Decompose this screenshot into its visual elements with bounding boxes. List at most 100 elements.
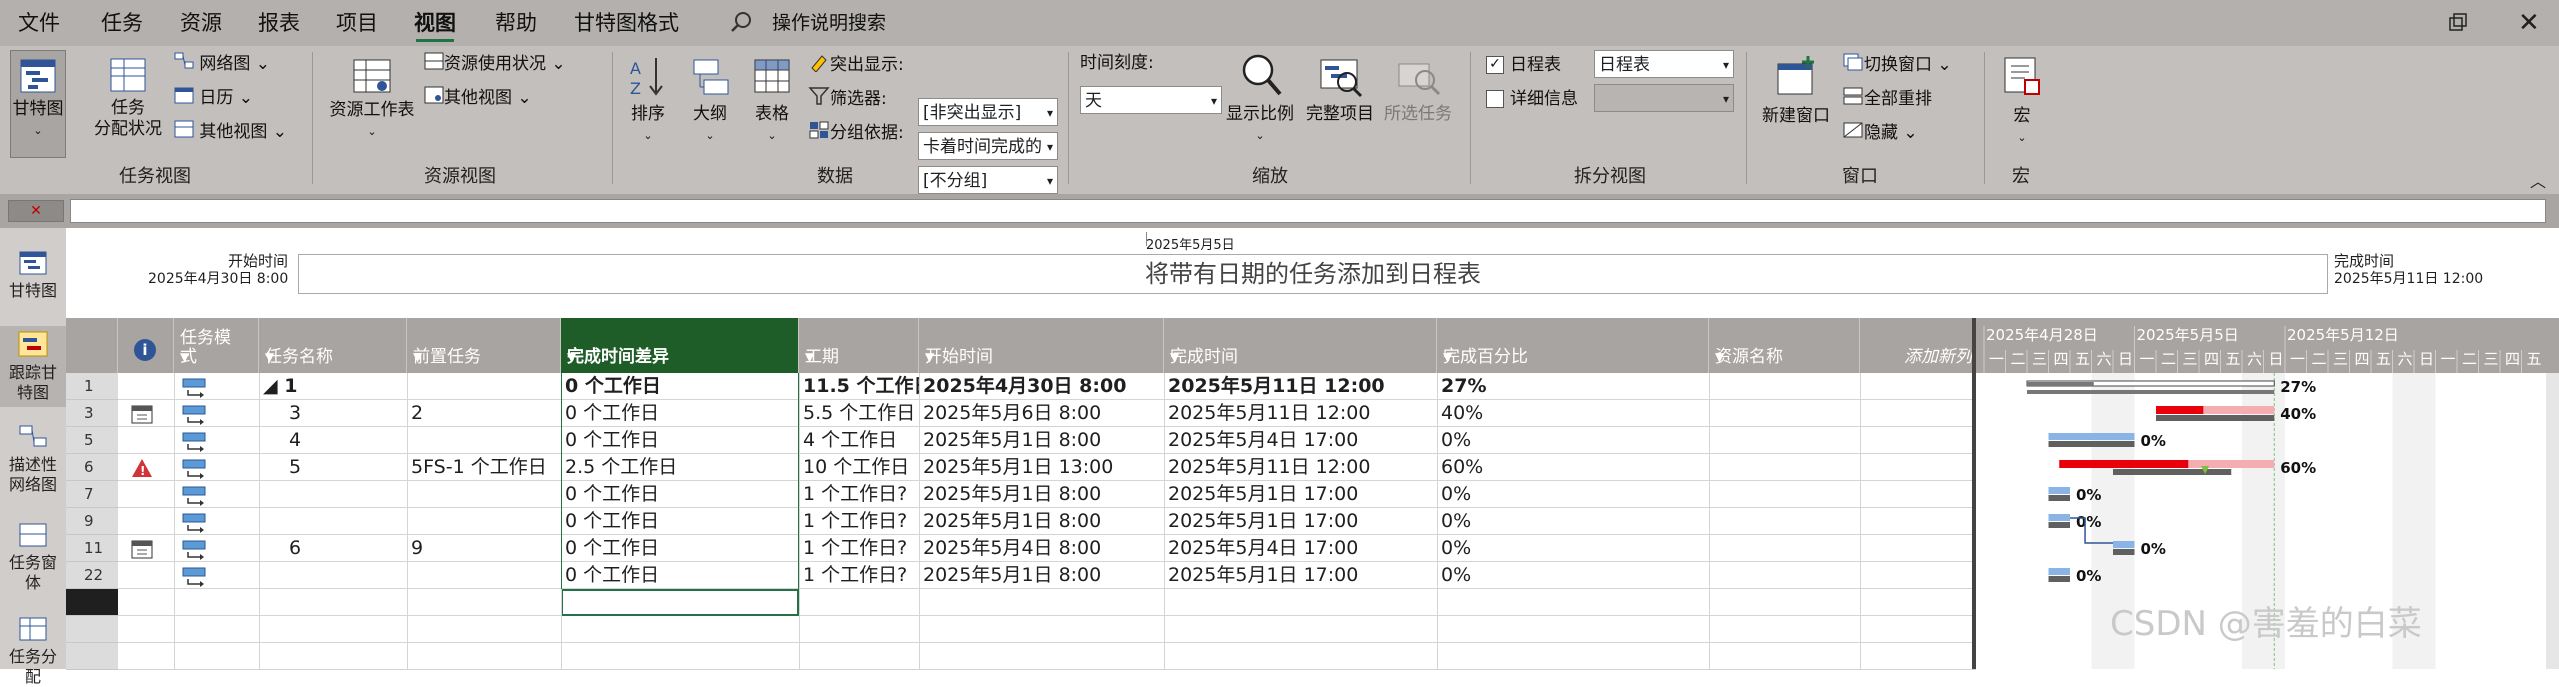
group-by-select[interactable]: [不分组] ▾ xyxy=(918,166,1058,194)
menu-gantt-format[interactable]: 甘特图格式 xyxy=(574,0,679,46)
cancel-entry-icon[interactable]: ✕ xyxy=(8,200,64,222)
cell-resource[interactable] xyxy=(1709,427,1860,454)
task-bar[interactable] xyxy=(2048,433,2135,440)
other-task-views-button[interactable]: 其他视图 ⌄ xyxy=(174,120,287,144)
cell-name[interactable]: 5 xyxy=(259,454,407,481)
timeline-placeholder[interactable]: 将带有日期的任务添加到日程表 xyxy=(298,254,2328,294)
entry-input[interactable] xyxy=(70,199,2546,223)
cell-name[interactable]: 4 xyxy=(259,427,407,454)
cell-duration[interactable]: 5.5 个工作日 xyxy=(799,400,919,427)
calendar-indicator-icon[interactable] xyxy=(118,400,174,427)
cell-resource[interactable] xyxy=(1709,562,1860,589)
cell-start[interactable]: 2025年5月1日 8:00 xyxy=(919,508,1164,535)
search-icon[interactable] xyxy=(730,10,754,38)
cell-start[interactable]: 2025年5月1日 13:00 xyxy=(919,454,1164,481)
cell-duration[interactable]: 4 个工作日 xyxy=(799,427,919,454)
cell-add[interactable] xyxy=(1860,535,1976,562)
cell-start[interactable]: 2025年5月1日 8:00 xyxy=(919,481,1164,508)
task-bar[interactable] xyxy=(2048,514,2071,521)
cell-name[interactable] xyxy=(259,508,407,535)
cell-start[interactable]: 2025年5月4日 8:00 xyxy=(919,535,1164,562)
cell-resource[interactable] xyxy=(1709,535,1860,562)
viewbar-item-gantt[interactable]: 甘特图 xyxy=(0,250,66,301)
outline-button[interactable]: 大纲 ⌄ xyxy=(682,54,738,146)
cell-name[interactable] xyxy=(259,481,407,508)
details-checkbox[interactable]: 详细信息 xyxy=(1486,88,1578,110)
arrange-all-button[interactable]: 全部重排 xyxy=(1842,86,1932,112)
cell-pred[interactable]: 5FS-1 个工作日 xyxy=(407,454,561,481)
timeline-select[interactable]: 日程表 ▾ xyxy=(1594,50,1734,78)
cell-pct[interactable]: 0% xyxy=(1437,427,1709,454)
cell-resource[interactable] xyxy=(1709,454,1860,481)
cell-pred[interactable]: 9 xyxy=(407,535,561,562)
cell-pct[interactable]: 27% xyxy=(1437,373,1709,400)
timescale-select[interactable]: 天 ▾ xyxy=(1080,86,1222,114)
calendar-view-button[interactable]: 日历 ⌄ xyxy=(174,86,253,110)
auto-schedule-mode-icon[interactable] xyxy=(174,535,259,562)
cell-duration[interactable]: 1 个工作日? xyxy=(799,508,919,535)
cell-name[interactable] xyxy=(259,562,407,589)
cell-finish[interactable]: 2025年5月1日 17:00 xyxy=(1164,481,1437,508)
cell-duration[interactable]: 11.5 个工作日 xyxy=(799,373,919,400)
cell-finish[interactable]: 2025年5月11日 12:00 xyxy=(1164,400,1437,427)
row-header[interactable]: 9 xyxy=(66,508,118,535)
cell-pct[interactable]: 0% xyxy=(1437,562,1709,589)
cell-finish[interactable]: 2025年5月4日 17:00 xyxy=(1164,535,1437,562)
row-header[interactable] xyxy=(66,643,118,670)
row-header[interactable]: 22 xyxy=(66,562,118,589)
highlight-select[interactable]: [非突出显示] ▾ xyxy=(918,98,1058,126)
auto-schedule-mode-icon[interactable] xyxy=(174,454,259,481)
resource-usage-button[interactable]: 资源使用状况 ⌄ xyxy=(424,52,566,76)
cell-finish[interactable]: 2025年5月11日 12:00 xyxy=(1164,454,1437,481)
new-window-button[interactable]: 新建窗口 xyxy=(1756,54,1836,127)
search-box[interactable]: 操作说明搜索 xyxy=(772,0,886,46)
cell-resource[interactable] xyxy=(1709,481,1860,508)
switch-windows-button[interactable]: 切换窗口 ⌄ xyxy=(1842,52,1952,78)
other-resource-views-button[interactable]: 其他视图 ⌄ xyxy=(424,86,532,110)
cell-add[interactable] xyxy=(1860,481,1976,508)
menu-task[interactable]: 任务 xyxy=(101,0,143,46)
active-cell[interactable] xyxy=(561,589,799,616)
auto-schedule-mode-icon[interactable] xyxy=(174,400,259,427)
menu-file[interactable]: 文件 xyxy=(18,0,60,46)
auto-schedule-mode-icon[interactable] xyxy=(174,508,259,535)
cell-name[interactable]: ◢ 1 xyxy=(259,373,407,400)
cell-finish[interactable]: 2025年5月4日 17:00 xyxy=(1164,427,1437,454)
auto-schedule-mode-icon[interactable] xyxy=(174,373,259,400)
tables-button[interactable]: 表格 ⌄ xyxy=(744,54,800,146)
column-header-task-name[interactable]: 任务名称 ▼ xyxy=(259,318,407,373)
cell-add[interactable] xyxy=(1860,562,1976,589)
auto-schedule-mode-icon[interactable] xyxy=(174,562,259,589)
network-diagram-button[interactable]: 网络图 ⌄ xyxy=(174,52,270,76)
cell-add[interactable] xyxy=(1860,400,1976,427)
column-header-task-mode[interactable]: 任务模式 ▼ xyxy=(174,318,259,373)
column-header-indicators[interactable]: i xyxy=(118,318,174,373)
cell-pred[interactable]: 2 xyxy=(407,400,561,427)
cell-duration[interactable]: 1 个工作日? xyxy=(799,481,919,508)
row-header[interactable]: 3 xyxy=(66,400,118,427)
cell-name[interactable]: 6 xyxy=(259,535,407,562)
cell-duration[interactable]: 1 个工作日? xyxy=(799,562,919,589)
cell-finish[interactable]: 2025年5月1日 17:00 xyxy=(1164,508,1437,535)
row-header[interactable] xyxy=(66,589,118,616)
collapse-ribbon-icon[interactable]: ︿ xyxy=(2530,168,2546,192)
sort-button[interactable]: AZ 排序 ⌄ xyxy=(620,54,676,146)
cell-pct[interactable]: 0% xyxy=(1437,535,1709,562)
close-icon[interactable]: ✕ xyxy=(2518,8,2540,38)
cell-pred[interactable] xyxy=(407,373,561,400)
auto-schedule-mode-icon[interactable] xyxy=(174,427,259,454)
menu-project[interactable]: 项目 xyxy=(336,0,378,46)
select-all-corner[interactable] xyxy=(66,318,118,373)
cell-add[interactable] xyxy=(1860,427,1976,454)
auto-schedule-mode-icon[interactable] xyxy=(174,481,259,508)
row-header[interactable]: 6 xyxy=(66,454,118,481)
task-bar[interactable] xyxy=(2048,487,2071,494)
cell-pct[interactable]: 40% xyxy=(1437,400,1709,427)
column-header-resource-names[interactable]: 资源名称 ▼ xyxy=(1709,318,1860,373)
menu-resource[interactable]: 资源 xyxy=(180,0,222,46)
cell-finish[interactable]: 2025年5月11日 12:00 xyxy=(1164,373,1437,400)
cell-start[interactable]: 2025年4月30日 8:00 xyxy=(919,373,1164,400)
calendar-indicator-icon[interactable] xyxy=(118,535,174,562)
menu-help[interactable]: 帮助 xyxy=(495,0,537,46)
cell-pct[interactable]: 0% xyxy=(1437,508,1709,535)
